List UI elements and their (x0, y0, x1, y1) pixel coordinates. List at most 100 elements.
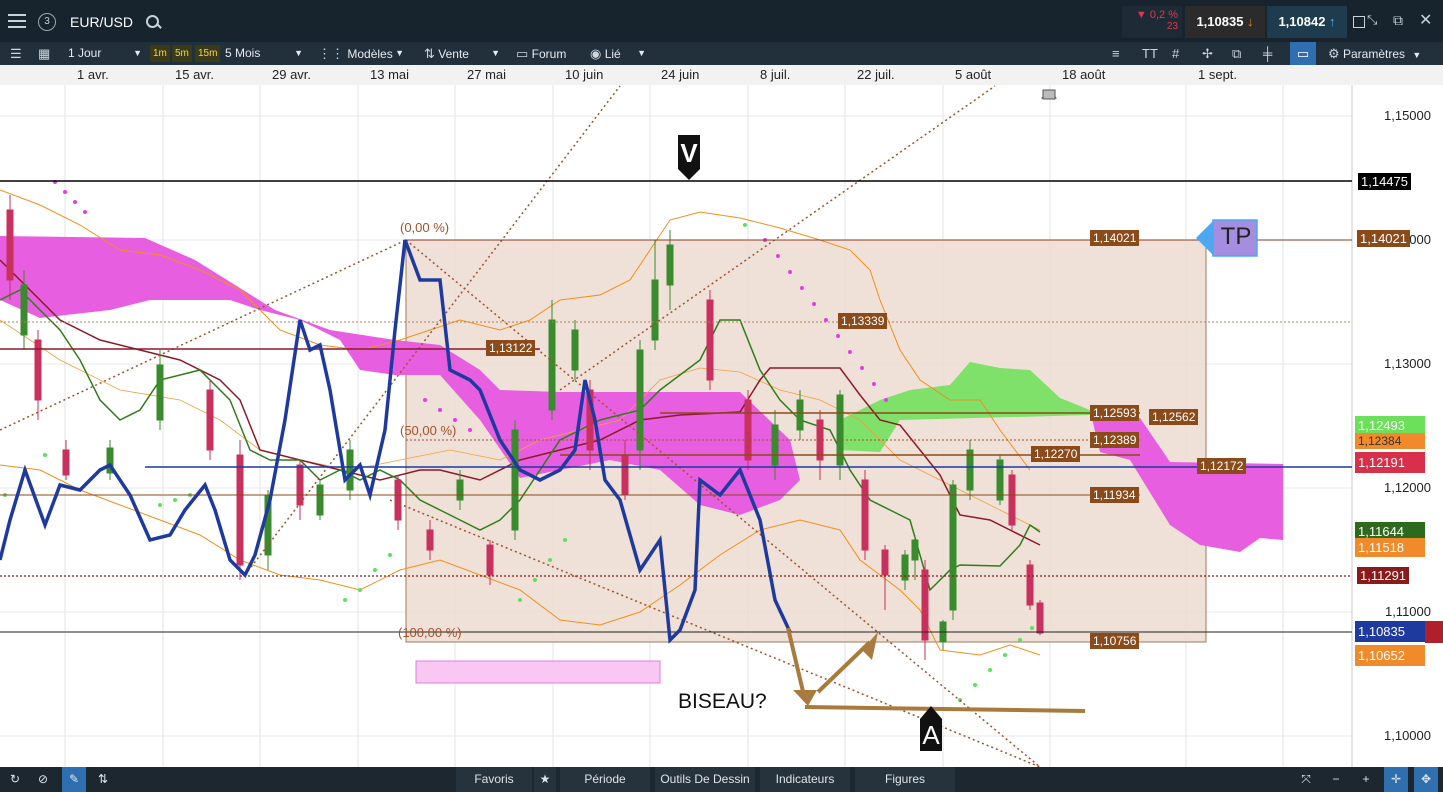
sell-price-button[interactable]: 1,10835 ↓ (1185, 6, 1265, 38)
range-select[interactable]: 5 Mois ▼ (225, 42, 307, 65)
tab-number-badge[interactable]: 3 (38, 13, 56, 31)
interval-1m[interactable]: 1m (150, 45, 170, 62)
date-label: 13 mai (370, 67, 410, 82)
tag-12562: 1,12562 (1149, 409, 1199, 425)
text-size-icon[interactable]: TT (1142, 42, 1158, 65)
fib-50-label: (50,00 %) (400, 423, 457, 438)
crosshair-icon[interactable]: ✛ (1384, 767, 1408, 792)
gear-icon: ⚙ (1328, 46, 1340, 61)
highlight-tag-icon[interactable]: ▭ (1290, 42, 1316, 65)
buy-price: 1,10842 (1278, 14, 1326, 29)
list-icon[interactable]: ☰ (10, 42, 22, 65)
forum-label: Forum (531, 47, 567, 61)
split-icon[interactable]: ⤧ (1296, 767, 1316, 792)
drawing-tools-button[interactable]: Outils De Dessin (655, 767, 755, 792)
eye-icon: ◉ (590, 46, 602, 61)
change-count: 23 (1166, 21, 1178, 32)
order-label: Vente (438, 47, 469, 61)
tag-10756: 1,10756 (1090, 633, 1140, 649)
settings-menu[interactable]: ⚙ Paramètres ▼ (1328, 42, 1438, 65)
settings-label: Paramètres (1343, 47, 1406, 61)
timeframe-value: 1 Jour (68, 46, 102, 60)
date-label: 1 sept. (1198, 67, 1238, 82)
tag-12389: 1,12389 (1090, 432, 1140, 448)
templates-icon: ⋮⋮ (318, 46, 344, 61)
menu-icon[interactable] (8, 14, 26, 28)
badge-12384: 1,12384 (1355, 433, 1425, 449)
wedge-label: BISEAU? (678, 690, 767, 713)
zoom-in-icon[interactable]: + (1356, 767, 1376, 792)
chevron-down-icon: ▼ (1412, 50, 1422, 60)
chevron-down-icon: ▼ (637, 48, 646, 58)
layout-icon[interactable]: ▦ (38, 42, 50, 65)
symbol-label[interactable]: EUR/USD (70, 14, 133, 30)
chart-toolbar: ☰ ▦ 1 Jour ▼ 1m 5m 15m 5 Mois ▼ ⋮⋮ Modèl… (0, 42, 1443, 65)
figures-button[interactable]: Figures (855, 767, 955, 792)
timeframe-select[interactable]: 1 Jour ▼ (68, 42, 146, 65)
favorites-button[interactable]: Favoris (456, 767, 532, 792)
interval-15m[interactable]: 15m (195, 45, 221, 62)
copy-icon[interactable]: ⧉ (1232, 42, 1241, 65)
price-tick: 1,13000 (1384, 356, 1431, 371)
chevron-down-icon: ▼ (395, 48, 404, 58)
external-link-icon[interactable]: ⧉ (1393, 12, 1403, 29)
date-label: 15 avr. (175, 67, 215, 82)
sort-icon[interactable]: ≡ (1112, 42, 1120, 65)
zoom-out-icon[interactable]: − (1326, 767, 1346, 792)
badge-11291: 1,11291 (1357, 567, 1410, 584)
tag-12172: 1,12172 (1197, 458, 1247, 474)
buy-price-button[interactable]: 1,10842 ↑ (1267, 6, 1347, 38)
badge-14021: 1,14021 (1357, 230, 1410, 247)
change-pct: ▼ 0,2 % (1135, 9, 1178, 21)
change-box: ▼ 0,2 % 23 (1122, 6, 1182, 38)
forum-button[interactable]: ▭ Forum (516, 42, 576, 65)
drawing-tools-label: Outils De Dessin (660, 772, 750, 786)
price-tick: 1,15000 (1384, 108, 1431, 123)
order-menu[interactable]: ⇅ Vente ▼ (424, 42, 504, 65)
disable-icon[interactable]: ⊘ (34, 767, 52, 792)
reorder-icon[interactable]: ⇅ (94, 767, 112, 792)
date-label: 29 avr. (272, 67, 312, 82)
templates-label: Modèles (347, 47, 393, 61)
home-marker-body[interactable] (1042, 89, 1056, 100)
date-label: 24 juin (661, 67, 700, 82)
sell-price: 1,10835 (1196, 14, 1244, 29)
price-tick: 1,11000 (1384, 604, 1431, 619)
close-icon[interactable]: ✕ (1419, 10, 1432, 30)
indicators-label: Indicateurs (775, 772, 835, 786)
badge-14475: 1,14475 (1357, 172, 1412, 191)
tag-14021: 1,14021 (1090, 230, 1140, 246)
period-label: Période (584, 772, 626, 786)
star-icon[interactable]: ★ (534, 767, 556, 792)
collapse-icon[interactable]: ⤡ (1367, 12, 1377, 28)
refresh-icon[interactable]: ↻ (6, 767, 24, 792)
chevron-down-icon: ▼ (491, 48, 500, 58)
top-bar: 3 EUR/USD ▼ 0,2 % 23 1,10835 ↓ 1,10842 ↑… (0, 0, 1443, 45)
date-label: 22 juil. (857, 67, 895, 82)
fib-0-label: (0,00 %) (400, 220, 450, 235)
chevron-down-icon: ▼ (133, 48, 142, 58)
move-icon[interactable]: ✥ (1414, 767, 1438, 792)
indicators-button[interactable]: Indicateurs (760, 767, 850, 792)
interval-5m[interactable]: 5m (172, 45, 192, 62)
candle-icon[interactable]: ╪ (1263, 42, 1272, 65)
badge-10652: 1,10652 (1355, 645, 1425, 666)
price-chart[interactable] (0, 85, 1443, 767)
crosshair-icon[interactable]: ✢ (1202, 42, 1213, 65)
window-toggle-icon[interactable] (1353, 16, 1365, 28)
order-icon: ⇅ (424, 46, 435, 61)
v-label: V (680, 138, 698, 168)
price-tick: 1,10000 (1384, 728, 1431, 743)
date-label: 8 juil. (760, 67, 791, 82)
date-label: 27 mai (467, 67, 507, 82)
tp-label: TP (1220, 223, 1252, 250)
tag-12593: 1,12593 (1090, 405, 1140, 421)
favorites-label: Favoris (474, 772, 514, 786)
templates-menu[interactable]: ⋮⋮ Modèles ▼ (318, 42, 408, 65)
a-label: A (922, 720, 940, 750)
pencil-icon[interactable]: ✎ (62, 767, 86, 792)
arrow-up-icon: ↑ (1325, 14, 1336, 29)
period-button[interactable]: Période (560, 767, 650, 792)
linked-menu[interactable]: ◉ Lié ▼ (590, 42, 650, 65)
grid-icon[interactable]: # (1172, 42, 1179, 65)
